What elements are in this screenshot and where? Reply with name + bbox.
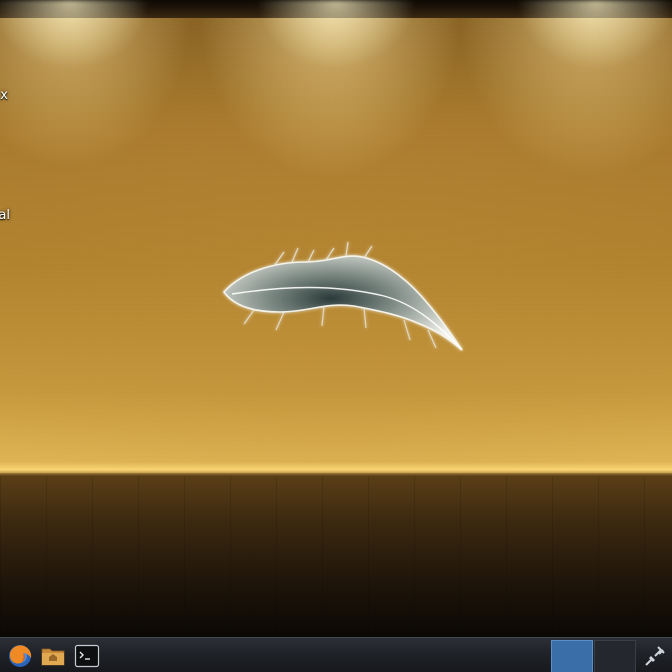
firefox-icon xyxy=(9,645,32,667)
desktop-icon-1[interactable]: x xyxy=(0,86,70,108)
desktop-icon-label: x xyxy=(0,88,8,103)
desktop-icon-2[interactable]: al xyxy=(0,206,70,228)
terminal-icon xyxy=(74,644,100,668)
desktop-wallpaper[interactable]: x al xyxy=(0,0,672,637)
terminal-launcher[interactable] xyxy=(74,643,100,669)
workspace-2[interactable] xyxy=(594,640,636,672)
wallpaper-floor-glow xyxy=(0,462,672,476)
home-folder-launcher[interactable] xyxy=(40,643,66,669)
spotlight-center xyxy=(256,0,416,70)
taskbar xyxy=(0,637,672,672)
wallpaper-floor-planks xyxy=(0,476,672,637)
network-tray-button[interactable] xyxy=(642,643,668,669)
desktop-screen: x al xyxy=(0,0,672,672)
desktop-icon-label: al xyxy=(0,208,10,223)
spotlight-right xyxy=(516,0,672,70)
workspace-1[interactable] xyxy=(551,640,593,672)
home-folder-icon xyxy=(41,648,65,666)
feather-image xyxy=(222,241,463,351)
firefox-launcher[interactable] xyxy=(7,643,33,669)
spotlight-left xyxy=(0,0,150,70)
network-plug-icon xyxy=(645,646,665,666)
